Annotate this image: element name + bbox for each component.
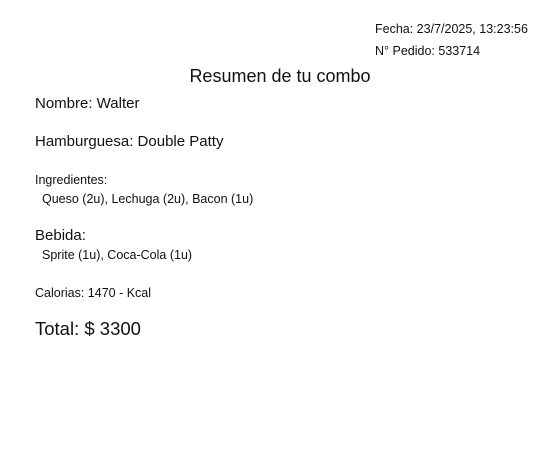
drinks-label: Bebida: [35, 227, 86, 244]
drinks-list: Sprite (1u), Coca-Cola (1u) [42, 248, 193, 262]
customer-name: Nombre: Walter [35, 95, 140, 112]
combo-summary-page: { "header": { "fecha": "Fecha: 23/7/2025… [0, 0, 542, 451]
order-number: N° Pedido: 533714 [375, 44, 481, 58]
order-total: Total: $ 3300 [35, 318, 141, 339]
ingredients-label: Ingredientes: [35, 173, 108, 187]
page-title: Resumen de tu combo [189, 66, 371, 86]
ingredients-list: Queso (2u), Lechuga (2u), Bacon (1u) [42, 192, 254, 206]
burger-name: Hamburguesa: Double Patty [35, 133, 224, 150]
calories: Calorias: 1470 - Kcal [35, 286, 152, 300]
order-date: Fecha: 23/7/2025, 13:23:56 [375, 22, 528, 36]
